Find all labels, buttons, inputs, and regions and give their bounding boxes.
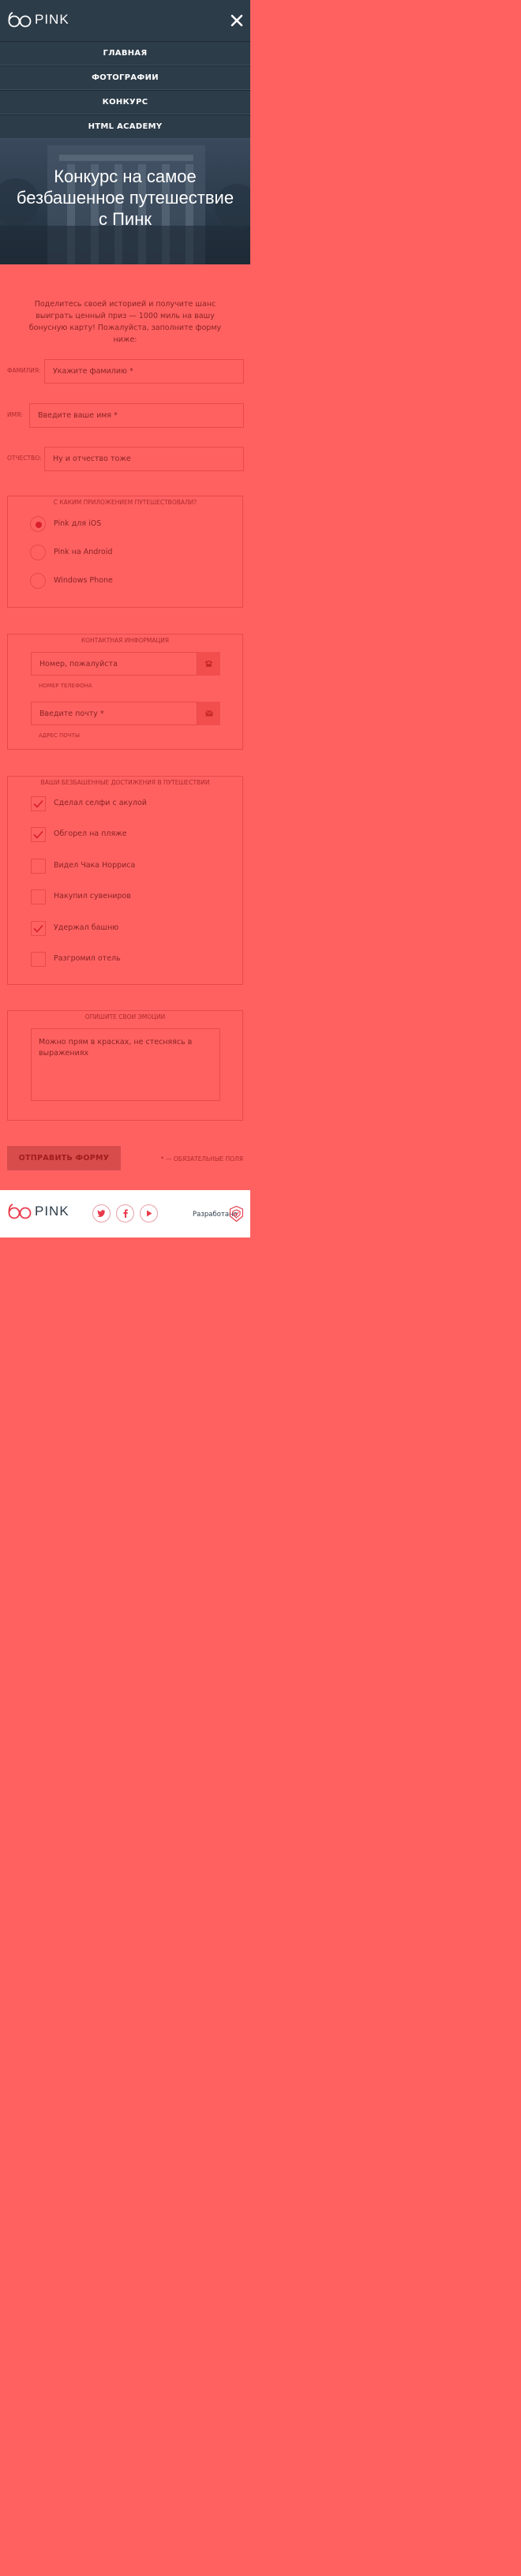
checkbox-hotel[interactable]: Разгромил отель	[31, 952, 220, 967]
site-footer: PINK Разработано	[0, 1190, 250, 1237]
checkbox-selfie-shark[interactable]: Сделал селфи с акулой	[31, 796, 220, 811]
youtube-icon	[146, 1210, 152, 1217]
nav-item-contest[interactable]: КОНКУРС	[0, 90, 250, 114]
logo[interactable]: PINK	[8, 11, 69, 28]
radio-circle[interactable]	[30, 516, 46, 532]
facebook-icon	[122, 1209, 128, 1218]
surname-row: ФАМИЛИЯ: Укажите фамилию *	[6, 359, 244, 384]
emotions-fieldset: ОПИШИТЕ СВОИ ЭМОЦИИ Можно прям в красках…	[7, 1010, 243, 1121]
logo-text: PINK	[35, 12, 69, 27]
checkbox-label: Разгромил отель	[54, 954, 121, 963]
facebook-link[interactable]	[116, 1204, 134, 1222]
checkbox-box[interactable]	[31, 796, 46, 811]
emotions-legend: ОПИШИТЕ СВОИ ЭМОЦИИ	[8, 1007, 242, 1022]
phone-input[interactable]: Номер, пожалуйста	[31, 652, 197, 676]
contact-legend: КОНТАКТНАЯ ИНФОРМАЦИЯ	[8, 631, 242, 646]
radio-windows-phone[interactable]: Windows Phone	[30, 573, 188, 589]
contact-fieldset: КОНТАКТНАЯ ИНФОРМАЦИЯ Номер, пожалуйста …	[7, 634, 243, 750]
achievements-legend: ВАШИ БЕЗБАШЕННЫЕ ДОСТИЖЕНИЯ В ПУТЕШЕСТВИ…	[8, 773, 242, 788]
checkbox-label: Обгорел на пляже	[54, 829, 127, 838]
checkbox-box[interactable]	[31, 921, 46, 936]
radio-label: Pink для iOS	[54, 519, 102, 528]
nav-item-photos[interactable]: ФОТОГРАФИИ	[0, 66, 250, 90]
radio-selected-dot	[36, 522, 42, 528]
radio-ios[interactable]: Pink для iOS	[30, 516, 188, 532]
youtube-link[interactable]	[140, 1204, 158, 1222]
nav-item-home[interactable]: ГЛАВНАЯ	[0, 41, 250, 66]
submit-button[interactable]: ОТПРАВИТЬ ФОРМУ	[7, 1146, 121, 1170]
checkbox-label: Сделал селфи с акулой	[54, 799, 147, 807]
patronymic-input[interactable]: Ну и отчество тоже	[44, 447, 244, 471]
surname-input[interactable]: Укажите фамилию *	[44, 359, 244, 384]
emotions-textarea[interactable]: Можно прям в красках, не стесняясь в выр…	[31, 1028, 220, 1101]
surname-label: ФАМИЛИЯ:	[7, 367, 41, 374]
radio-label: Pink на Android	[54, 548, 113, 556]
intro-text: Поделитесь своей историей и получите шан…	[28, 300, 222, 344]
checkbox-box[interactable]	[31, 952, 46, 967]
patronymic-label: ОТЧЕСТВО:	[7, 455, 42, 462]
close-menu-icon[interactable]	[231, 14, 243, 27]
hero-title: Конкурс на самое безбашенное путешествие…	[16, 167, 234, 229]
phone-icon	[205, 661, 212, 667]
name-row: ИМЯ: Введите ваше имя *	[6, 403, 244, 429]
mail-icon	[204, 710, 213, 717]
name-input[interactable]: Введите ваше имя *	[29, 403, 244, 428]
html-academy-logo-icon[interactable]	[230, 1206, 243, 1222]
achievements-fieldset: ВАШИ БЕЗБАШЕННЫЕ ДОСТИЖЕНИЯ В ПУТЕШЕСТВИ…	[7, 776, 243, 985]
email-button[interactable]	[197, 702, 220, 725]
checkmark-icon	[33, 924, 43, 933]
checkbox-tower[interactable]: Удержал башню	[31, 921, 220, 936]
glasses-logo-icon	[8, 1204, 32, 1219]
footer-logo[interactable]: PINK	[8, 1203, 69, 1220]
radio-circle[interactable]	[30, 545, 46, 560]
nav-item-html-academy[interactable]: HTML ACADEMY	[0, 114, 250, 139]
checkbox-box[interactable]	[31, 889, 46, 904]
radio-label: Windows Phone	[54, 576, 113, 585]
email-input[interactable]: Введите почту *	[31, 702, 197, 725]
checkbox-label: Накупил сувениров	[54, 892, 131, 900]
checkbox-box[interactable]	[31, 827, 46, 842]
email-hint: АДРЕС ПОЧТЫ	[39, 732, 81, 739]
glasses-logo-icon	[8, 12, 32, 28]
footer-logo-text: PINK	[35, 1204, 69, 1219]
hero-banner: Конкурс на самое безбашенное путешествие…	[0, 139, 250, 264]
site-header: PINK	[0, 0, 250, 41]
patronymic-row: ОТЧЕСТВО: Ну и отчество тоже	[6, 447, 244, 472]
checkbox-souvenirs[interactable]: Накупил сувениров	[31, 889, 220, 904]
name-label: ИМЯ:	[7, 411, 23, 418]
checkbox-sunburn[interactable]: Обгорел на пляже	[31, 827, 220, 842]
checkbox-box[interactable]	[31, 859, 46, 874]
main-nav: ГЛАВНАЯ ФОТОГРАФИИ КОНКУРС HTML ACADEMY	[0, 41, 250, 139]
checkbox-label: Видел Чака Норриса	[54, 861, 136, 870]
required-fields-note: * — ОБЯЗАТЕЛЬНЫЕ ПОЛЯ	[160, 1155, 243, 1163]
app-legend: С КАКИМ ПРИЛОЖЕНИЕМ ПУТЕШЕСТВОВАЛИ?	[8, 492, 242, 507]
checkmark-icon	[33, 799, 43, 808]
twitter-icon	[97, 1210, 106, 1217]
checkbox-label: Удержал башню	[54, 923, 119, 932]
checkmark-icon	[33, 830, 43, 839]
checkbox-chuck-norris[interactable]: Видел Чака Норриса	[31, 859, 220, 874]
phone-button[interactable]	[197, 652, 220, 676]
twitter-link[interactable]	[92, 1204, 111, 1222]
radio-android[interactable]: Pink на Android	[30, 545, 188, 560]
radio-circle[interactable]	[30, 573, 46, 589]
phone-hint: НОМЕР ТЕЛЕФОНА	[39, 683, 92, 689]
app-fieldset: С КАКИМ ПРИЛОЖЕНИЕМ ПУТЕШЕСТВОВАЛИ? Pink…	[7, 496, 243, 608]
